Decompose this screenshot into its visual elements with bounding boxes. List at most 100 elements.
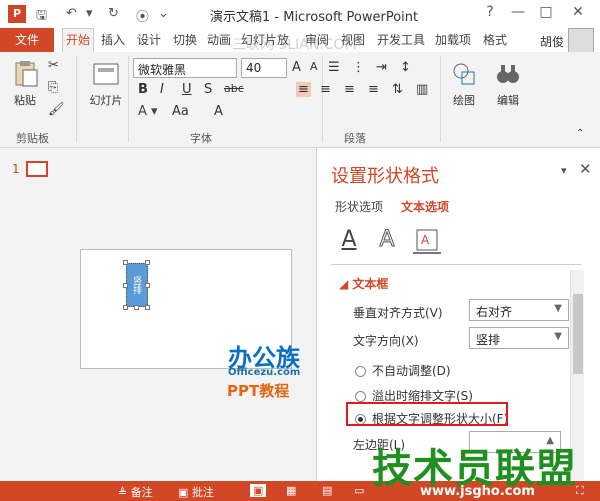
textbox-icon[interactable]: A	[413, 226, 441, 254]
bullets-icon[interactable]: ☰	[328, 60, 340, 75]
tab-insert[interactable]: 插入	[98, 28, 128, 52]
indent-icon[interactable]: ⇥	[376, 60, 387, 75]
maximize-button[interactable]: □	[534, 4, 558, 24]
avatar[interactable]	[568, 28, 594, 54]
align-right-icon[interactable]: ≡	[344, 82, 355, 97]
minimize-button[interactable]: —	[506, 4, 530, 24]
user-name[interactable]: 胡俊	[540, 33, 564, 50]
close-button[interactable]: ✕	[566, 4, 590, 24]
resize-handle[interactable]	[145, 283, 150, 288]
resize-handle[interactable]	[123, 305, 128, 310]
resize-handle[interactable]	[145, 305, 150, 310]
background-watermark: 三联网 3LIAN.COM	[232, 37, 357, 53]
slide-sorter-icon[interactable]: ▦	[286, 484, 296, 497]
tab-developer[interactable]: 开发工具	[374, 28, 428, 52]
chevron-down-icon: ▼	[554, 303, 562, 314]
tab-design[interactable]: 设计	[134, 28, 164, 52]
clipboard-group-label: 剪贴板	[16, 132, 49, 145]
format-painter-icon[interactable]: 🖌	[48, 102, 65, 117]
save-icon[interactable]: 🖫	[36, 6, 47, 28]
notes-button[interactable]: ≜ 备注	[118, 484, 153, 500]
font-size-select[interactable]: 40	[241, 58, 287, 78]
new-slide-icon	[92, 60, 120, 88]
grow-font-icon[interactable]: A	[292, 60, 301, 75]
text-direction-select[interactable]: 竖排 ▼	[469, 327, 569, 349]
radio-button[interactable]	[355, 391, 366, 402]
customize-qat-icon[interactable]: ⌄	[158, 6, 169, 21]
vertical-align-label: 垂直对齐方式(V)	[353, 306, 443, 320]
paste-button[interactable]: 粘贴	[8, 60, 42, 108]
title-bar: P 🖫 ↶ ▾ ↻ ⦿ ⌄ 演示文稿1 - Microsoft PowerPoi…	[0, 0, 600, 28]
drawing-label: 绘图	[453, 94, 475, 107]
slideshow-icon[interactable]: ▭	[354, 484, 364, 497]
radio-label: 溢出时缩排文字(S)	[372, 389, 473, 403]
normal-view-icon[interactable]: ▣	[250, 484, 267, 497]
tab-animations[interactable]: 动画	[204, 28, 234, 52]
tab-transitions[interactable]: 切换	[170, 28, 200, 52]
pane-title: 设置形状格式	[331, 166, 439, 187]
ppt-tutorial-watermark: PPT教程	[227, 382, 290, 400]
tab-home[interactable]: 开始	[62, 28, 95, 52]
bold-button[interactable]: B	[138, 82, 148, 97]
columns-icon[interactable]: ▥	[416, 82, 428, 97]
new-slide-button[interactable]: 幻灯片	[86, 60, 126, 108]
resize-handle[interactable]	[123, 283, 128, 288]
officezu-domain: Officezu.com	[228, 367, 301, 378]
slideshow-start-icon[interactable]: ⦿	[136, 6, 149, 25]
pane-close-icon[interactable]: ✕	[579, 160, 592, 178]
paste-label: 粘贴	[14, 94, 36, 107]
binoculars-icon	[494, 60, 522, 88]
strikethrough-button[interactable]: abc	[224, 82, 244, 95]
undo-icon[interactable]: ↶	[66, 6, 77, 21]
slide-thumbnail[interactable]	[26, 161, 48, 177]
comments-button[interactable]: ▣ 批注	[178, 484, 214, 500]
italic-button[interactable]: I	[160, 82, 164, 97]
tab-addins[interactable]: 加载项	[432, 28, 474, 52]
shadow-button[interactable]: S	[204, 82, 212, 97]
help-button[interactable]: ?	[478, 4, 502, 24]
slide-number: 1	[12, 162, 20, 176]
text-effects-icon[interactable]: A	[373, 226, 401, 254]
line-spacing-icon[interactable]: ↕	[400, 60, 411, 75]
vertical-align-value: 右对齐	[476, 305, 513, 319]
tab-format[interactable]: 格式	[480, 28, 510, 52]
underline-button[interactable]: U	[182, 82, 192, 97]
clipboard-icon	[11, 60, 39, 88]
shapes-icon	[450, 60, 478, 88]
pane-options-icon[interactable]: ▾	[561, 164, 567, 177]
font-name-select[interactable]: 微软雅黑	[133, 58, 237, 78]
font-color-icon[interactable]: A ▾	[138, 104, 158, 119]
redo-icon[interactable]: ↻	[108, 6, 119, 21]
undo-dropdown-icon[interactable]: ▾	[86, 6, 93, 21]
collapse-ribbon-icon[interactable]: ⌃	[576, 128, 584, 139]
chevron-down-icon: ▼	[554, 331, 562, 342]
align-left-icon[interactable]: ≡	[296, 82, 311, 97]
editing-button[interactable]: 编辑	[490, 60, 526, 108]
resize-handle[interactable]	[134, 305, 139, 310]
clear-format-icon[interactable]: A	[214, 104, 223, 119]
drawing-button[interactable]: 绘图	[446, 60, 482, 108]
resize-handle[interactable]	[123, 260, 128, 265]
section-textbox[interactable]: ◢ 文本框	[339, 275, 388, 292]
reading-view-icon[interactable]: ▤	[322, 484, 332, 497]
tab-shape-options[interactable]: 形状选项	[335, 198, 383, 215]
powerpoint-logo: P	[8, 5, 26, 23]
copy-icon[interactable]: ⎘	[48, 80, 58, 95]
shrink-font-icon[interactable]: A	[310, 60, 318, 73]
cut-icon[interactable]: ✂	[48, 58, 59, 73]
fit-slide-icon[interactable]: ⛶	[576, 484, 584, 498]
section-textbox-label: 文本框	[352, 277, 389, 291]
text-fill-icon[interactable]: A	[335, 226, 363, 254]
align-center-icon[interactable]: ≡	[320, 82, 331, 97]
resize-handle[interactable]	[145, 260, 150, 265]
text-direction-icon[interactable]: ⇅	[392, 82, 403, 97]
change-case-button[interactable]: Aa	[172, 104, 189, 119]
vertical-align-select[interactable]: 右对齐 ▼	[469, 299, 569, 321]
numbering-icon[interactable]: ⋮	[352, 60, 365, 75]
radio-no-autofit[interactable]: 不自动调整(D)	[355, 362, 451, 379]
radio-button[interactable]	[355, 366, 366, 377]
justify-icon[interactable]: ≡	[368, 82, 379, 97]
tab-text-options[interactable]: 文本选项	[401, 198, 449, 215]
tab-file[interactable]: 文件	[0, 28, 54, 52]
scrollbar-thumb[interactable]	[573, 294, 583, 374]
